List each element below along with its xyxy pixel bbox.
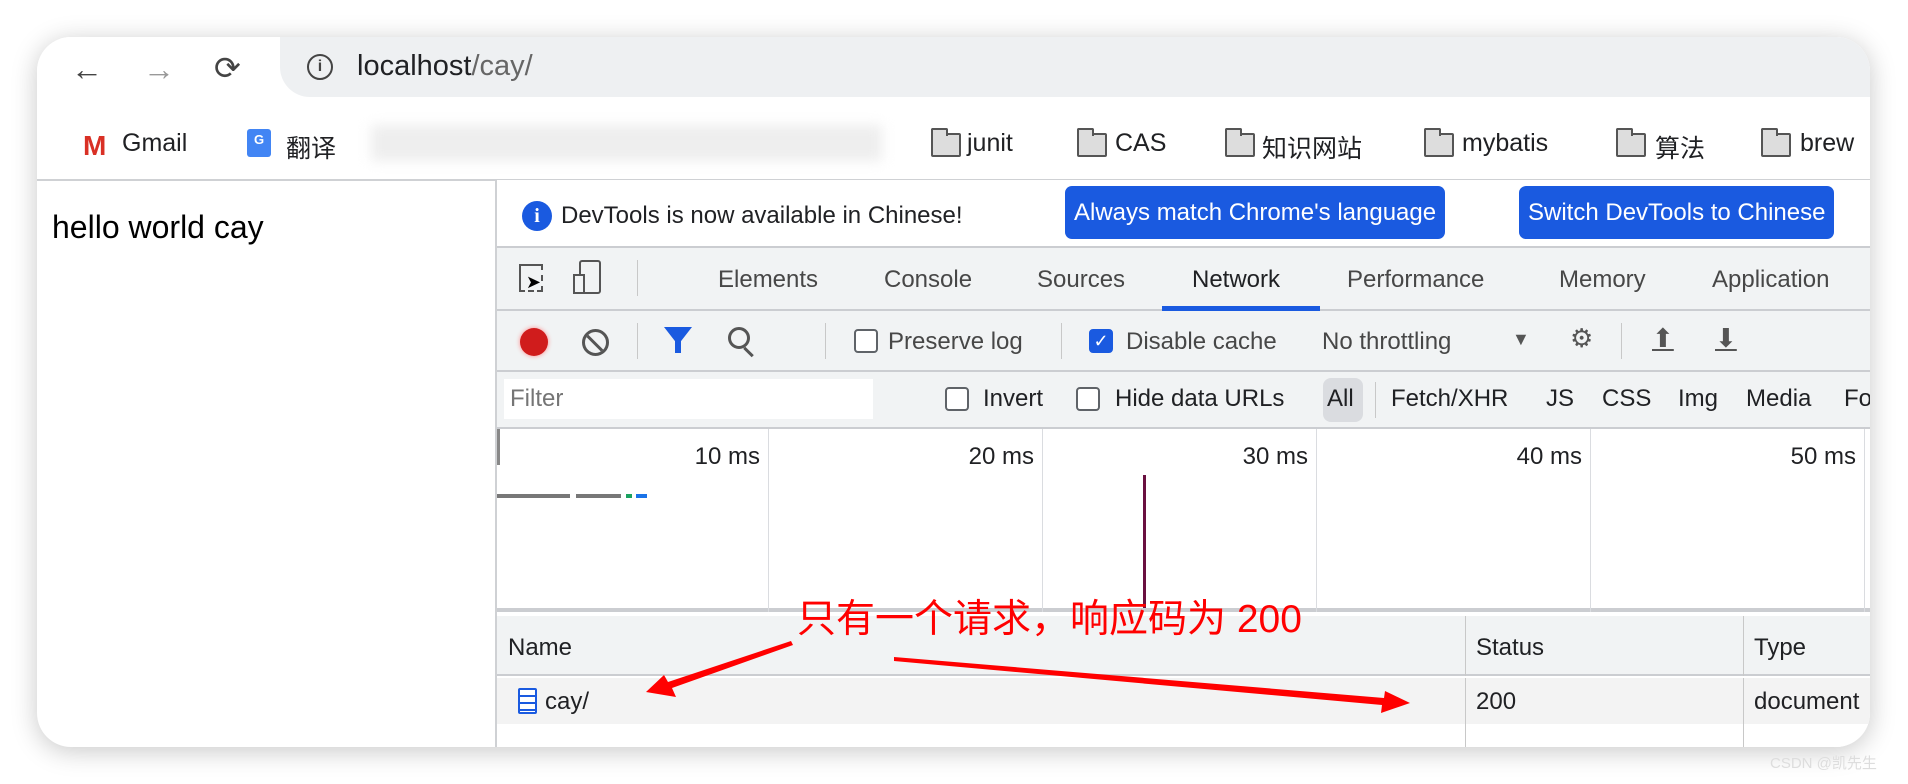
watermark: CSDN @凯先生: [1770, 755, 1877, 772]
annotation-arrows: [646, 641, 1410, 713]
annotation-arrow-right: [894, 657, 1410, 713]
annotation-arrow-left: [646, 641, 793, 697]
